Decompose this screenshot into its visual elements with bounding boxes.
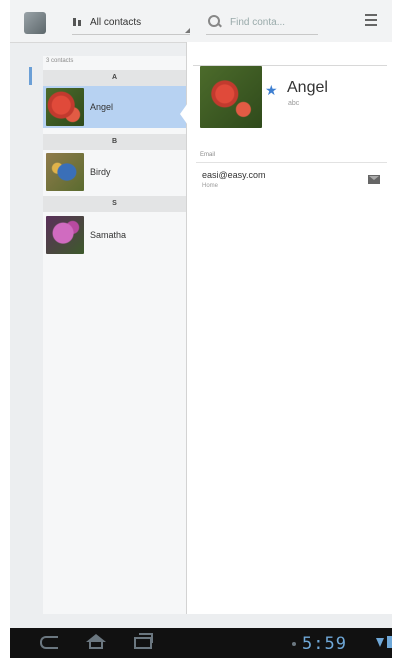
contact-row-birdy[interactable]: Birdy <box>43 151 186 193</box>
dropdown-corner-icon <box>185 28 190 33</box>
filter-label: All contacts <box>90 16 142 28</box>
wifi-icon <box>376 638 384 647</box>
detail-contact-subtitle: abc <box>288 100 300 107</box>
search-icon <box>208 15 222 29</box>
email-type: Home <box>202 183 219 189</box>
search-field[interactable]: Find conta... <box>206 10 318 35</box>
detail-contact-photo[interactable] <box>200 66 262 128</box>
notification-dot-icon <box>292 642 296 646</box>
detail-contact-name: Angel <box>287 79 328 96</box>
selection-pointer <box>180 100 190 128</box>
envelope-icon[interactable] <box>368 175 380 184</box>
list-scrollbar[interactable] <box>29 67 32 85</box>
contact-row-angel[interactable]: Angel <box>43 86 186 128</box>
recent-apps-icon[interactable] <box>134 633 153 649</box>
action-bar: All contacts Find conta... <box>10 0 392 43</box>
filter-icon <box>72 17 84 27</box>
contact-list: 3 contacts A Angel B Birdy S Samatha <box>43 56 186 614</box>
home-icon[interactable] <box>86 634 106 650</box>
contact-count: 3 contacts <box>46 58 74 64</box>
email-section-rule <box>196 162 387 163</box>
contact-name: Birdy <box>90 167 111 177</box>
contact-photo <box>46 153 84 191</box>
contact-detail-pane: ★ Angel abc Email easi@easy.com Home <box>187 42 392 614</box>
contacts-app-icon[interactable] <box>24 12 46 34</box>
status-clock[interactable]: 5:59 <box>302 634 347 654</box>
contact-name: Angel <box>90 102 114 112</box>
email-section-label: Email <box>200 152 216 158</box>
contacts-filter-dropdown[interactable]: All contacts <box>72 10 190 35</box>
search-placeholder: Find conta... <box>230 16 286 28</box>
contact-row-samatha[interactable]: Samatha <box>43 214 186 256</box>
contact-photo <box>46 216 84 254</box>
overflow-menu-icon[interactable] <box>365 14 377 26</box>
back-icon[interactable] <box>40 636 58 649</box>
contact-photo <box>46 88 84 126</box>
section-header-s: S <box>43 196 186 212</box>
email-address[interactable]: easi@easy.com <box>202 170 266 180</box>
system-nav-bar: 5:59 <box>10 628 392 658</box>
section-header-a: A <box>43 70 186 86</box>
battery-icon <box>387 636 392 648</box>
contact-name: Samatha <box>90 230 127 240</box>
section-header-b: B <box>43 134 186 150</box>
star-icon[interactable]: ★ <box>265 82 278 99</box>
